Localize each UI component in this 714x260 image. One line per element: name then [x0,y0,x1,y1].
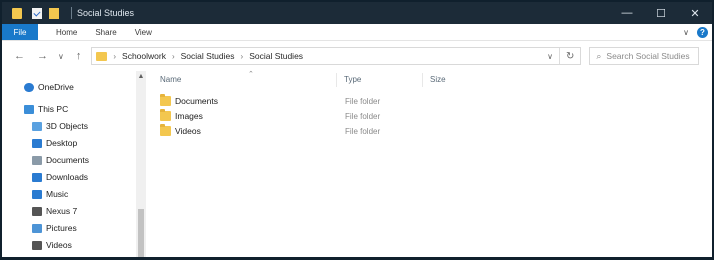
file-name: Documents [175,96,218,106]
sidebar-item-videos[interactable]: Videos [32,240,72,250]
sidebar-item-label: Desktop [46,138,78,148]
folder-icon [160,124,171,136]
sidebar-item-downloads[interactable]: Downloads [32,172,88,182]
refresh-icon[interactable]: ↻ [566,51,574,62]
tab-view[interactable]: View [135,28,152,37]
properties-icon[interactable] [32,7,42,19]
sidebar-item-label: This PC [38,104,69,114]
sidebar-item-label: Nexus 7 [46,206,78,216]
address-bar[interactable]: › Schoolwork › Social Studies › Social S… [91,47,582,65]
file-name: Videos [175,126,201,136]
folder-icon [160,109,171,121]
sidebar-item-nexus-7[interactable]: Nexus 7 [32,206,77,216]
window-title: Social Studies [77,8,135,18]
minimize-button[interactable]: — [610,2,644,24]
address-dropdown-icon[interactable]: ∨ [547,52,553,61]
breadcrumb-separator: › [240,51,244,61]
file-name: Images [175,111,203,121]
column-header-type[interactable]: Type [344,75,361,84]
pictures-icon [32,223,42,233]
title-bar: Social Studies — ☐ ✕ [2,2,712,24]
navigation-scrollbar[interactable]: ▲ [136,71,146,257]
search-input[interactable]: ⌕ Search Social Studies [589,47,700,65]
column-divider[interactable] [422,73,423,87]
address-divider [558,48,560,64]
column-header-size[interactable]: Size [430,75,446,84]
address-controls: ∨ ↻ [547,48,574,64]
breadcrumb-social-studies[interactable]: Social Studies [181,51,235,61]
sidebar-item-documents[interactable]: Documents [32,155,89,165]
sidebar-item-music[interactable]: Music [32,189,68,199]
tab-file[interactable]: File [2,24,38,40]
breadcrumb-schoolwork[interactable]: Schoolwork [122,51,166,61]
sidebar-item-onedrive[interactable]: OneDrive [24,82,74,92]
content-area: OneDrive This PC 3D Objects Desktop Docu… [2,71,712,257]
expand-ribbon-icon[interactable]: ∨ [683,28,689,37]
search-icon: ⌕ [596,50,602,61]
sidebar-item-label: Downloads [46,172,89,182]
window-controls: — ☐ ✕ [610,2,712,24]
sidebar-item-desktop[interactable]: Desktop [32,138,77,148]
file-type: File folder [345,126,381,136]
file-row[interactable]: Videos File folder [160,124,440,138]
file-type: File folder [345,96,381,106]
file-list: ⌃ Name Type Size Documents File folder I… [150,71,712,257]
sidebar-item-label: OneDrive [38,82,74,92]
document-icon [32,155,42,165]
help-icon[interactable]: ? [697,26,708,38]
sidebar-item-3d-objects[interactable]: 3D Objects [32,121,88,131]
breadcrumb-separator: › [113,51,117,61]
navigation-pane: OneDrive This PC 3D Objects Desktop Docu… [2,71,148,257]
search-placeholder: Search Social Studies [606,51,690,61]
music-icon [32,189,42,199]
ribbon-controls: ∨ ? [683,26,708,38]
desktop-icon [32,138,42,148]
sidebar-item-label: 3D Objects [46,121,89,131]
sidebar-item-this-pc[interactable]: This PC [24,104,68,114]
ribbon: File Home Share View ∨ ? [2,24,712,41]
sidebar-item-label: Music [46,189,69,199]
scroll-up-icon[interactable]: ▲ [136,73,146,80]
sort-ascending-icon: ⌃ [248,71,254,78]
folder-icon[interactable] [12,7,22,19]
folder-icon [160,94,171,106]
file-type: File folder [345,111,381,121]
breadcrumb-current[interactable]: Social Studies [249,51,303,61]
scrollbar-thumb[interactable] [138,209,144,257]
up-button[interactable]: ↑ [76,50,82,62]
sidebar-item-label: Documents [46,155,89,165]
recent-locations-button[interactable]: ∨ [58,52,64,61]
close-button[interactable]: ✕ [678,2,712,24]
sidebar-item-pictures[interactable]: Pictures [32,223,77,233]
cube-icon [32,121,42,131]
column-divider[interactable] [336,73,337,87]
title-divider [71,7,72,19]
new-folder-icon[interactable] [49,7,59,19]
address-row: ← → ∨ ↑ › Schoolwork › Social Studies › … [2,41,712,71]
device-icon [32,206,42,216]
tab-home[interactable]: Home [56,28,77,37]
file-row[interactable]: Documents File folder [160,94,440,108]
video-icon [32,240,42,250]
breadcrumb-separator: › [171,51,175,61]
sidebar-item-label: Videos [46,240,72,250]
forward-button[interactable]: → [37,50,48,62]
sidebar-item-label: Pictures [46,223,77,233]
folder-icon [96,51,108,61]
column-header-name[interactable]: Name [160,75,181,84]
download-icon [32,172,42,182]
computer-icon [24,104,34,114]
maximize-button[interactable]: ☐ [644,2,678,24]
file-row[interactable]: Images File folder [160,109,440,123]
cloud-icon [24,82,34,92]
tab-share[interactable]: Share [95,28,116,37]
back-button[interactable]: ← [14,50,25,62]
